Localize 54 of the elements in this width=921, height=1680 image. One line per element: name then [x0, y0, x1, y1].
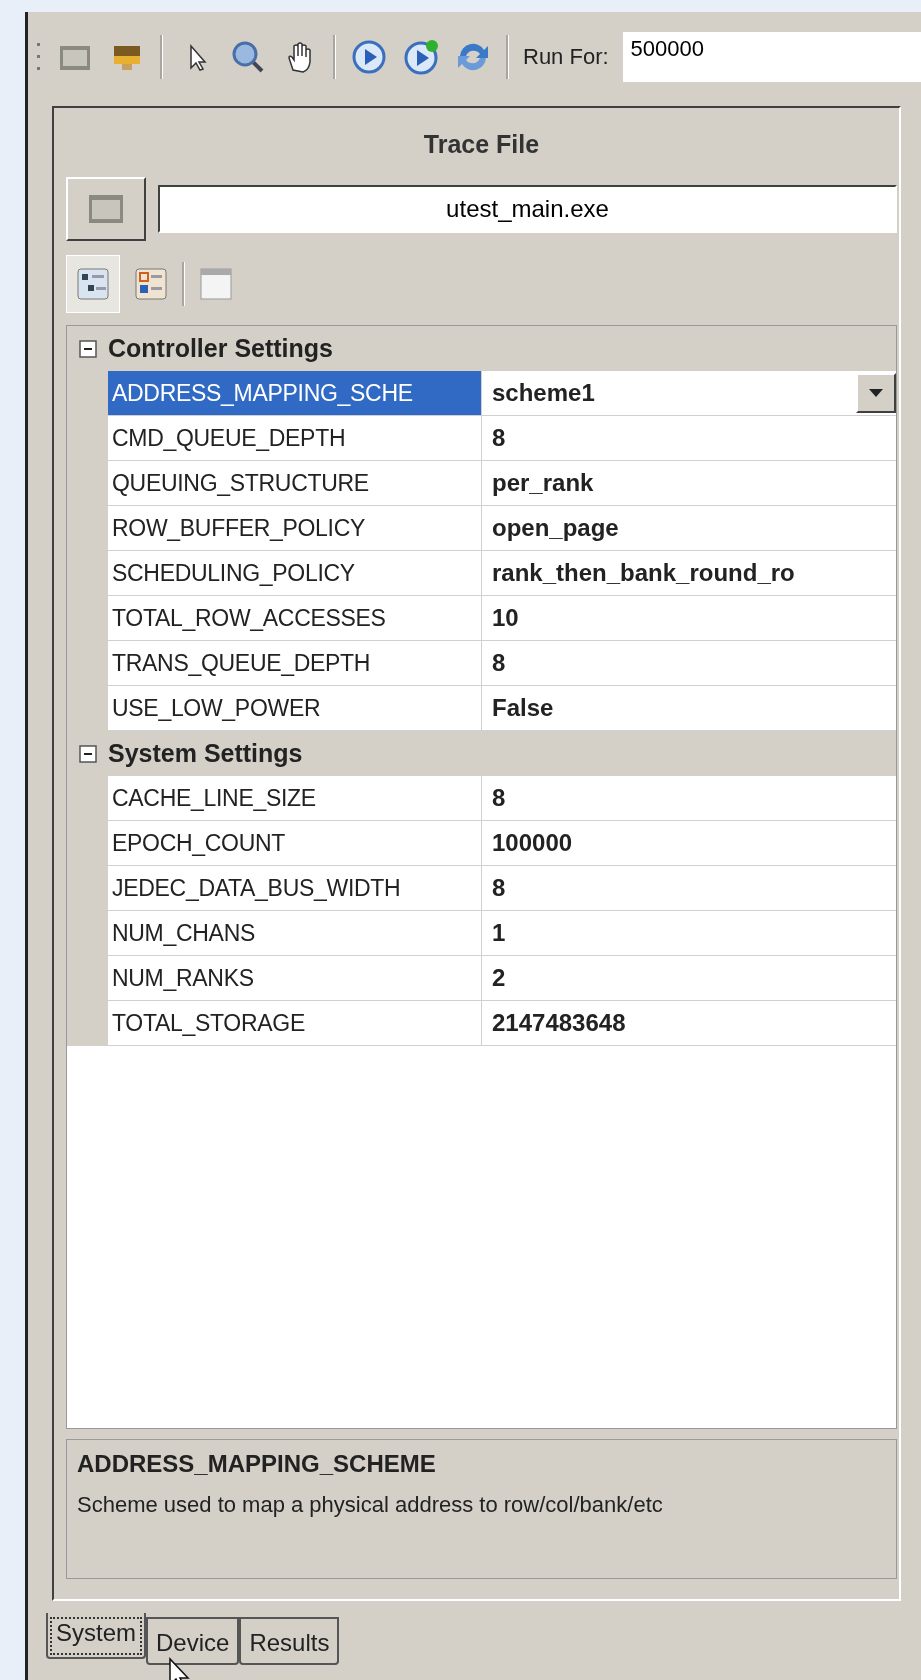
play-plus-icon[interactable]: [402, 38, 440, 76]
row-gutter: [67, 1001, 108, 1046]
property-name[interactable]: QUEUING_STRUCTURE: [108, 461, 482, 506]
collapse-icon[interactable]: [78, 744, 97, 763]
description-title: ADDRESS_MAPPING_SCHEME: [77, 1450, 437, 1478]
view-button[interactable]: [66, 255, 120, 313]
browse-button[interactable]: [66, 177, 146, 241]
play-icon[interactable]: [350, 38, 388, 76]
property-name[interactable]: NUM_CHANS: [108, 911, 482, 956]
property-value[interactable]: 8: [492, 649, 506, 677]
property-name[interactable]: USE_LOW_POWER: [108, 686, 482, 731]
property-value[interactable]: False: [492, 694, 554, 722]
property-value[interactable]: scheme1: [492, 379, 595, 407]
property-pages-icon: [197, 265, 235, 303]
property-value[interactable]: 2: [492, 964, 506, 992]
run-for-label: Run For:: [523, 44, 609, 70]
trace-file-field[interactable]: utest_main.exe: [158, 185, 897, 233]
property-value[interactable]: 8: [492, 784, 506, 812]
collapse-icon[interactable]: [78, 339, 97, 358]
category-row[interactable]: System Settings: [67, 731, 896, 776]
tab[interactable]: System: [46, 1613, 146, 1659]
category-row[interactable]: Controller Settings: [67, 326, 896, 371]
property-name[interactable]: SCHEDULING_POLICY: [108, 551, 482, 596]
property-name[interactable]: TOTAL_STORAGE: [108, 1001, 482, 1046]
property-name[interactable]: ROW_BUFFER_POLICY: [108, 506, 482, 551]
property-name[interactable]: ADDRESS_MAPPING_SCHE: [108, 371, 482, 416]
property-value[interactable]: open_page: [492, 514, 619, 542]
property-value[interactable]: per_rank: [492, 469, 594, 497]
tab[interactable]: Results: [239, 1617, 340, 1665]
panel-title: Trace File: [422, 129, 541, 160]
property-name[interactable]: EPOCH_COUNT: [108, 821, 482, 866]
categorized-view-icon: [74, 265, 112, 303]
category-label: Controller Settings: [108, 334, 333, 363]
dropdown-button[interactable]: [856, 373, 896, 413]
property-value[interactable]: 8: [492, 424, 506, 452]
property-name[interactable]: TOTAL_ROW_ACCESSES: [108, 596, 482, 641]
alphabetical-view-icon: [132, 265, 170, 303]
run-for-field[interactable]: 500000: [622, 32, 921, 82]
tab[interactable]: Device: [146, 1617, 240, 1665]
property-name[interactable]: NUM_RANKS: [108, 956, 482, 1001]
property-name[interactable]: JEDEC_DATA_BUS_WIDTH: [108, 866, 482, 911]
category-label: System Settings: [108, 739, 303, 768]
property-value[interactable]: 2147483648: [492, 1009, 626, 1037]
property-value[interactable]: 10: [492, 604, 519, 632]
property-value[interactable]: 100000: [492, 829, 573, 857]
dropdown-arrow-icon: [869, 389, 883, 397]
property-name[interactable]: CMD_QUEUE_DEPTH: [108, 416, 482, 461]
property-name[interactable]: TRANS_QUEUE_DEPTH: [108, 641, 482, 686]
property-value[interactable]: 8: [492, 874, 506, 902]
property-value[interactable]: rank_then_bank_round_ro: [492, 559, 795, 587]
property-value[interactable]: 1: [492, 919, 506, 947]
window-icon: [86, 192, 126, 226]
description-text: Scheme used to map a physical address to row/col/bank/etc: [77, 1492, 664, 1518]
property-name[interactable]: CACHE_LINE_SIZE: [108, 776, 482, 821]
